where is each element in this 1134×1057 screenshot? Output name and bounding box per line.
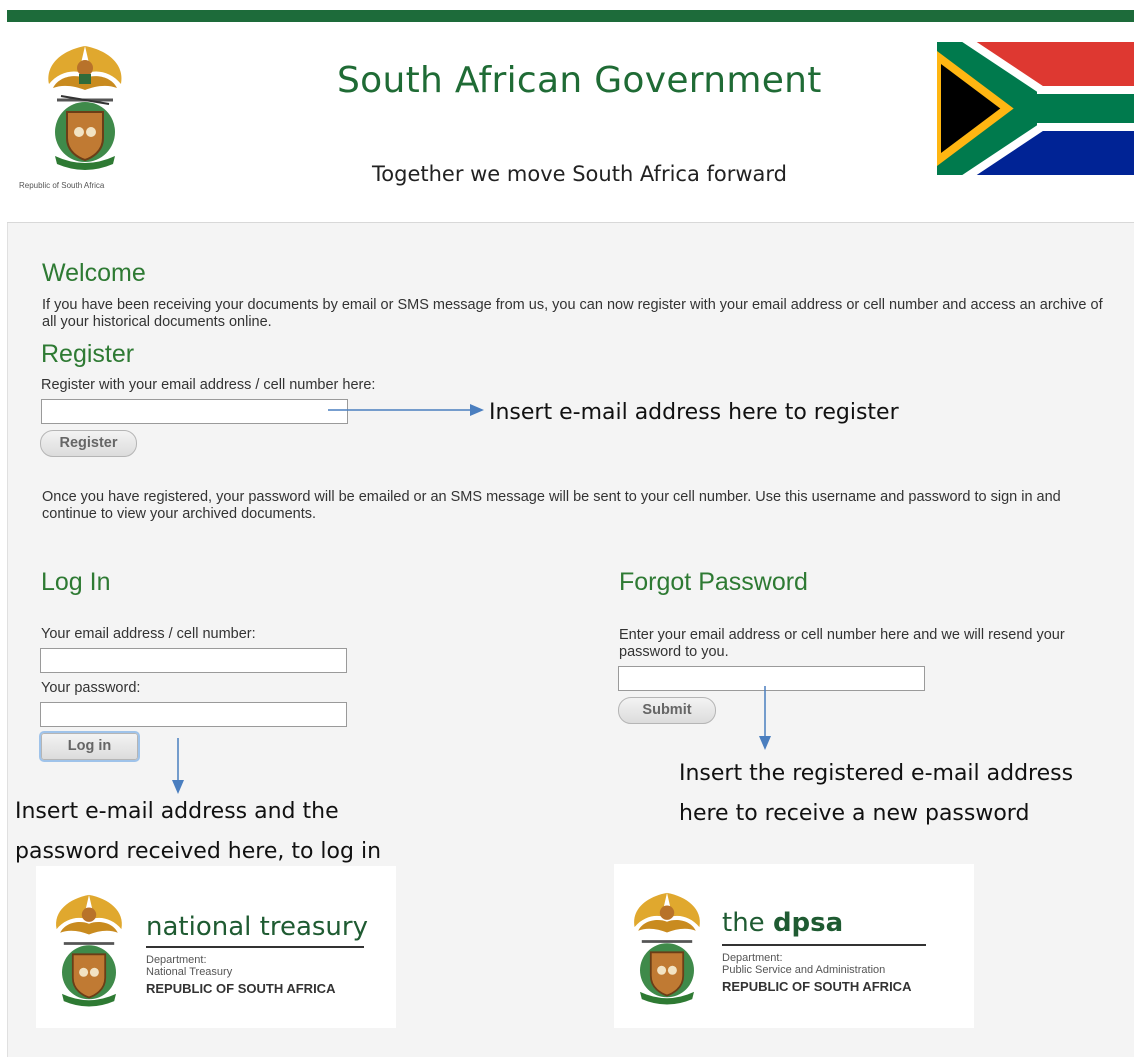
login-annotation-line1: Insert e-mail address and the — [15, 799, 339, 824]
treasury-country: REPUBLIC OF SOUTH AFRICA — [146, 981, 336, 996]
treasury-dept-line1: Department: — [146, 954, 207, 966]
site-header: Republic of South Africa South African G… — [7, 22, 1134, 223]
divider — [146, 946, 364, 948]
coat-caption: Republic of South Africa — [19, 181, 105, 190]
forgot-password-text: Enter your email address or cell number … — [619, 627, 1065, 660]
login-email-input[interactable] — [40, 648, 347, 673]
treasury-dept-line2: National Treasury — [146, 966, 233, 978]
dpsa-name: the dpsa — [722, 908, 843, 938]
coat-of-arms-icon — [56, 894, 122, 1007]
dpsa-name-prefix: the — [722, 908, 773, 938]
dpsa-dept: Department: Public Service and Administr… — [722, 952, 885, 976]
welcome-text: If you have been receiving your document… — [42, 297, 1103, 330]
national-treasury-logo: national treasury Department: National T… — [36, 866, 396, 1028]
south-africa-flag-icon — [937, 42, 1134, 175]
coat-of-arms-icon — [634, 892, 700, 1005]
login-email-label: Your email address / cell number: — [41, 626, 256, 642]
register-heading: Register — [41, 340, 135, 368]
forgot-annotation-line1: Insert the registered e-mail address — [679, 761, 1074, 786]
submit-button[interactable]: Submit — [618, 697, 716, 724]
dpsa-dept-line2: Public Service and Administration — [722, 964, 886, 976]
register-input[interactable] — [41, 399, 348, 424]
dpsa-country: REPUBLIC OF SOUTH AFRICA — [722, 979, 912, 994]
dpsa-name-bold: dpsa — [772, 908, 844, 938]
treasury-dept: Department: National Treasury — [146, 954, 232, 978]
login-annotation: Insert e-mail address and the password r… — [15, 792, 381, 872]
register-label: Register with your email address / cell … — [41, 377, 376, 393]
arrow-icon — [328, 404, 484, 416]
login-password-label: Your password: — [41, 680, 141, 696]
dpsa-logo: the dpsa Department: Public Service and … — [614, 864, 974, 1028]
dpsa-dept-line1: Department: — [722, 952, 783, 964]
divider — [722, 944, 926, 946]
treasury-name: national treasury — [146, 912, 368, 942]
forgot-password-heading: Forgot Password — [619, 568, 808, 596]
login-password-input[interactable] — [40, 702, 347, 727]
arrow-icon — [759, 686, 771, 750]
login-heading: Log In — [41, 568, 111, 596]
top-accent-bar — [7, 10, 1134, 22]
register-note: Once you have registered, your password … — [42, 489, 1061, 522]
arrow-icon — [172, 738, 184, 794]
welcome-heading: Welcome — [42, 259, 146, 287]
page-title: South African Government — [337, 60, 822, 101]
tagline: Together we move South Africa forward — [372, 162, 788, 186]
forgot-password-annotation: Insert the registered e-mail address her… — [679, 754, 1073, 834]
forgot-annotation-line2: here to receive a new password — [679, 801, 1030, 826]
coat-of-arms-icon — [48, 46, 122, 170]
login-button[interactable]: Log in — [39, 731, 140, 762]
register-annotation: Insert e-mail address here to register — [489, 400, 899, 425]
register-button[interactable]: Register — [40, 430, 137, 457]
